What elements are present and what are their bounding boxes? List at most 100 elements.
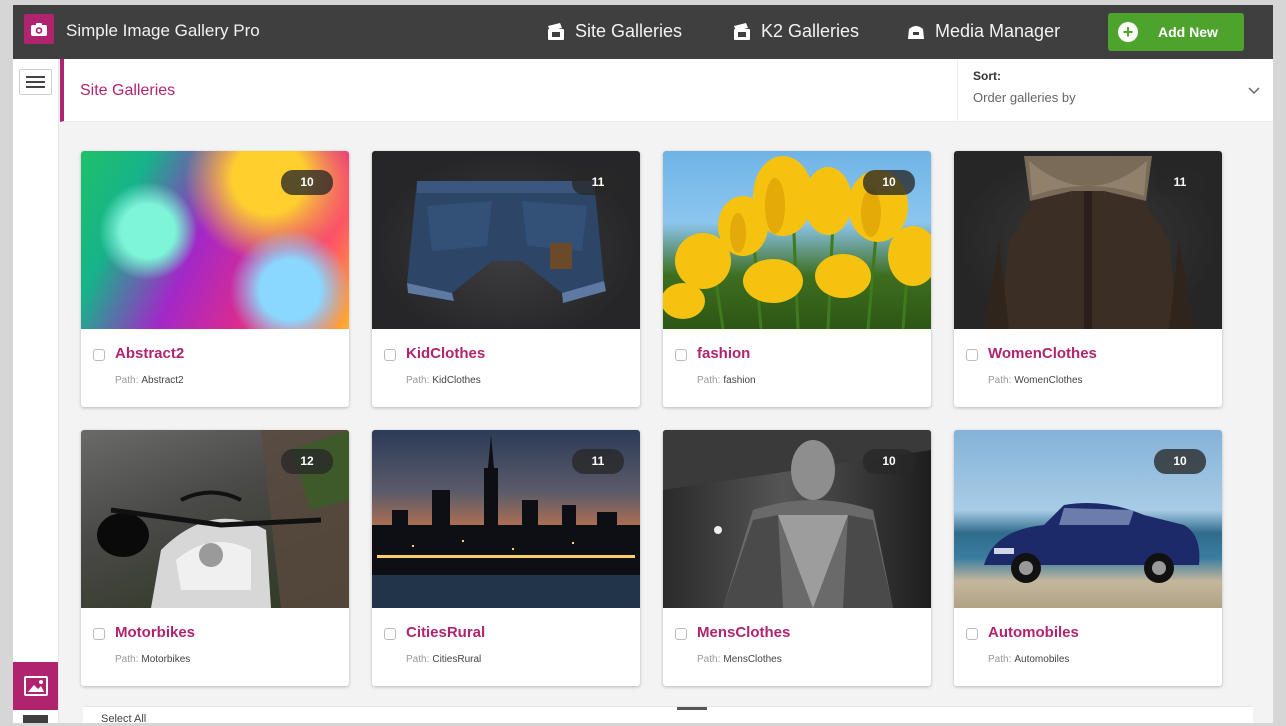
path-value: MensClothes [723,654,782,665]
gallery-card[interactable]: 11 WomenClothes Path: WomenClothes [954,151,1222,407]
gallery-checkbox[interactable] [966,628,978,640]
path-value: Automobiles [1014,654,1070,665]
sidebar-footer-button[interactable] [23,715,48,723]
gallery-info: Abstract2 Path: Abstract2 [81,329,349,407]
gallery-thumbnail[interactable]: 11 [372,430,640,608]
path-value: fashion [723,375,756,386]
path-label: Path: [988,375,1012,386]
gallery-stack-icon [734,22,750,40]
gallery-name[interactable]: MensClothes [697,624,790,641]
chevron-down-icon [1248,87,1260,95]
gallery-path: Path: KidClothes [406,375,481,386]
gallery-info: Motorbikes Path: Motorbikes [81,608,349,686]
gallery-checkbox[interactable] [93,349,105,361]
gallery-path: Path: WomenClothes [988,375,1083,386]
gallery-checkbox[interactable] [384,349,396,361]
image-count-badge: 12 [281,449,333,474]
path-value: Motorbikes [141,654,191,665]
gallery-name[interactable]: Motorbikes [115,624,195,641]
page-header: Site Galleries Sort: Order galleries by [60,59,1273,122]
image-count-badge: 11 [1154,170,1206,195]
gallery-name[interactable]: WomenClothes [988,345,1097,362]
gallery-path: Path: fashion [697,375,756,386]
gallery-checkbox[interactable] [675,628,687,640]
path-value: Abstract2 [141,375,184,386]
gallery-thumbnail[interactable]: 11 [372,151,640,329]
gallery-info: CitiesRural Path: CitiesRural [372,608,640,686]
path-label: Path: [115,654,139,665]
path-value: KidClothes [432,375,481,386]
gallery-info: WomenClothes Path: WomenClothes [954,329,1222,407]
nav-k2-galleries[interactable]: K2 Galleries [731,21,859,42]
hamburger-menu-icon[interactable] [19,69,52,95]
camera-logo-icon[interactable] [24,14,54,44]
nav-site-galleries[interactable]: Site Galleries [545,21,682,42]
gallery-name[interactable]: Abstract2 [115,345,184,362]
gallery-path: Path: Automobiles [988,654,1069,665]
gallery-path: Path: Motorbikes [115,654,190,665]
gallery-info: KidClothes Path: KidClothes [372,329,640,407]
add-new-label: Add New [1158,24,1218,40]
path-label: Path: [406,654,430,665]
select-all-label[interactable]: Select All [101,713,146,723]
gallery-thumbnail[interactable]: 12 [81,430,349,608]
gallery-checkbox[interactable] [93,628,105,640]
nav-media-manager[interactable]: Media Manager [905,21,1060,42]
image-count-badge: 10 [281,170,333,195]
gallery-name[interactable]: fashion [697,345,750,362]
gallery-info: MensClothes Path: MensClothes [663,608,931,686]
gallery-card[interactable]: 10 Automobiles Path: Automobiles [954,430,1222,686]
gallery-checkbox[interactable] [675,349,687,361]
gallery-name[interactable]: CitiesRural [406,624,485,641]
gallery-card[interactable]: 10 MensClothes Path: MensClothes [663,430,931,686]
gallery-card[interactable]: 11 KidClothes Path: KidClothes [372,151,640,407]
app-window: Simple Image Gallery Pro Site Galleries … [13,5,1273,723]
gallery-card[interactable]: 12 Motorbikes Path: Motorbikes [81,430,349,686]
image-count-badge: 11 [572,449,624,474]
path-label: Path: [697,375,721,386]
path-label: Path: [697,654,721,665]
gallery-name[interactable]: KidClothes [406,345,485,362]
top-bar: Simple Image Gallery Pro Site Galleries … [13,5,1273,59]
path-label: Path: [406,375,430,386]
page-title: Site Galleries [80,82,176,99]
image-count-badge: 11 [572,170,624,195]
gallery-card[interactable]: 10 fashion Path: fashion [663,151,931,407]
sort-value: Order galleries by [973,90,1076,105]
image-count-badge: 10 [863,449,915,474]
image-icon[interactable] [13,662,58,710]
image-count-badge: 10 [863,170,915,195]
gallery-stack-icon [548,22,564,40]
add-new-button[interactable]: + Add New [1108,13,1244,51]
footer-bar: Select All [83,706,1253,723]
gallery-info: Automobiles Path: Automobiles [954,608,1222,686]
path-label: Path: [988,654,1012,665]
gallery-thumbnail[interactable]: 10 [663,430,931,608]
gallery-card[interactable]: 10 Abstract2 Path: Abstract2 [81,151,349,407]
path-label: Path: [115,375,139,386]
gallery-path: Path: Abstract2 [115,375,184,386]
path-value: CitiesRural [432,654,482,665]
gallery-info: fashion Path: fashion [663,329,931,407]
gallery-checkbox[interactable] [384,628,396,640]
resize-grip-icon[interactable] [677,707,707,710]
gallery-checkbox[interactable] [966,349,978,361]
gallery-thumbnail[interactable]: 10 [81,151,349,329]
nav-label: K2 Galleries [761,21,860,41]
nav-label: Site Galleries [575,21,683,41]
image-count-badge: 10 [1154,449,1206,474]
gallery-name[interactable]: Automobiles [988,624,1079,641]
gallery-thumbnail[interactable]: 11 [954,151,1222,329]
plus-circle-icon: + [1118,22,1138,42]
gallery-path: Path: CitiesRural [406,654,481,665]
gallery-thumbnail[interactable]: 10 [954,430,1222,608]
sort-dropdown[interactable]: Sort: Order galleries by [957,59,1272,121]
left-sidebar [13,59,59,723]
gallery-card[interactable]: 11 CitiesRural Path: CitiesRural [372,430,640,686]
media-manager-icon [908,25,924,39]
gallery-thumbnail[interactable]: 10 [663,151,931,329]
sort-label: Sort: [973,69,1001,83]
gallery-path: Path: MensClothes [697,654,782,665]
nav-label: Media Manager [935,21,1061,41]
app-title: Simple Image Gallery Pro [66,21,260,40]
